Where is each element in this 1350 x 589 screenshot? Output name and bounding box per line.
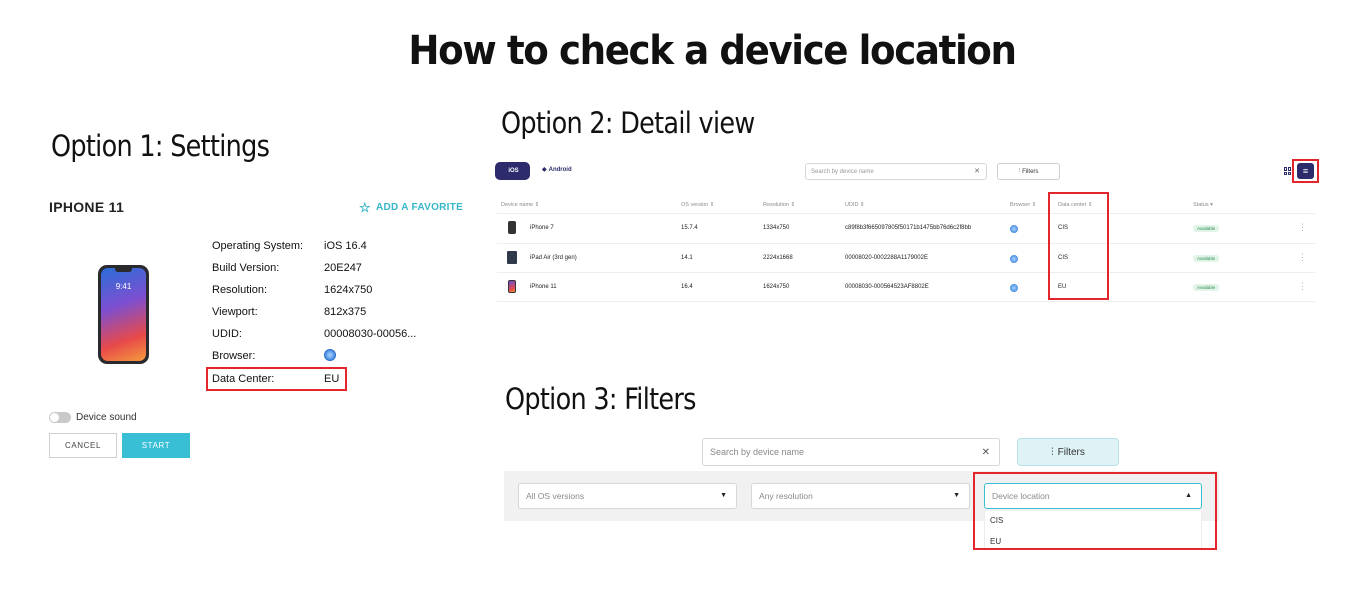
spec-label: Resolution: xyxy=(212,284,268,296)
tab-android-label: Android xyxy=(548,166,572,173)
more-icon[interactable]: ⋮ xyxy=(1298,253,1307,262)
table-cell-resolution: 2224x1668 xyxy=(763,255,793,261)
android-icon: ◆ xyxy=(542,167,547,173)
search-input[interactable]: Search by device name ✕ xyxy=(805,163,987,180)
table-cell-device[interactable]: iPad Air (3rd gen) xyxy=(530,255,577,261)
table-cell-os: 16.4 xyxy=(681,284,693,290)
grid-view-icon[interactable] xyxy=(1284,167,1292,175)
sliders-icon: ⫶ xyxy=(1051,446,1054,458)
device-thumb xyxy=(508,280,516,293)
search-input[interactable]: Search by device name ✕ xyxy=(702,438,1000,466)
filters-label: Filters xyxy=(1057,446,1085,458)
device-image: 9:41 xyxy=(98,265,149,364)
table-cell-udid: 00008030-000564523AF8802E xyxy=(845,284,929,290)
spec-value: 00008030-00056... xyxy=(324,328,417,340)
spec-value: 812x375 xyxy=(324,306,367,318)
col-udid[interactable]: UDID ⇕ xyxy=(845,202,865,208)
os-version-select[interactable]: All OS versions ▼ xyxy=(518,483,737,509)
table-cell-device[interactable]: iPhone 11 xyxy=(530,284,557,290)
tab-ios-label: iOS xyxy=(508,168,519,174)
col-browser[interactable]: Browser ⇕ xyxy=(1010,202,1036,208)
spec-label: Operating System: xyxy=(212,240,304,252)
device-sound-label: Device sound xyxy=(76,412,137,423)
table-cell-udid: 00008020-0002288A1179002E xyxy=(845,255,928,261)
filters-label: Filters xyxy=(1022,168,1039,175)
spec-value: iOS 16.4 xyxy=(324,240,367,252)
phone-time: 9:41 xyxy=(115,282,132,291)
status-badge: Available xyxy=(1193,255,1220,262)
spec-label: UDID: xyxy=(212,328,242,340)
spec-label: Browser: xyxy=(212,350,256,362)
highlight-data-center xyxy=(206,367,347,391)
more-icon[interactable]: ⋮ xyxy=(1298,223,1307,232)
table-cell-os: 15.7.4 xyxy=(681,225,698,231)
device-title: IPHONE 11 xyxy=(49,199,125,215)
safari-icon xyxy=(1010,284,1018,292)
browser-value xyxy=(324,349,336,364)
table-cell-device[interactable]: iPhone 7 xyxy=(530,225,554,231)
spec-value: 1624x750 xyxy=(324,284,373,296)
col-status[interactable]: Status ▾ xyxy=(1193,202,1213,208)
table-cell-os: 14.1 xyxy=(681,255,693,261)
highlight-data-center-column xyxy=(1048,192,1109,300)
table-cell-resolution: 1624x750 xyxy=(763,284,790,290)
add-favorite-label: ADD A FAVORITE xyxy=(375,202,464,213)
option2-heading: Option 2: Detail view xyxy=(501,106,755,140)
caret-down-icon: ▼ xyxy=(720,492,727,499)
col-resolution[interactable]: Resolution ⇕ xyxy=(763,202,795,208)
device-thumb xyxy=(508,221,516,234)
cancel-button[interactable]: CANCEL xyxy=(49,433,117,458)
start-button[interactable]: START xyxy=(122,433,190,458)
device-thumb xyxy=(507,251,517,264)
safari-icon xyxy=(1010,255,1018,263)
filters-button[interactable]: ⫶ Filters xyxy=(1017,438,1119,466)
search-placeholder: Search by device name xyxy=(710,447,805,457)
highlight-location-filter xyxy=(973,472,1217,550)
star-icon: ☆ xyxy=(359,200,371,215)
clear-icon[interactable]: ✕ xyxy=(982,447,990,458)
search-placeholder: Search by device name xyxy=(811,168,874,175)
resolution-select[interactable]: Any resolution ▼ xyxy=(751,483,970,509)
table-cell-resolution: 1334x750 xyxy=(763,225,790,231)
col-os-version[interactable]: OS version ⇕ xyxy=(681,202,714,208)
highlight-list-view xyxy=(1292,159,1319,183)
spec-label: Build Version: xyxy=(212,262,280,274)
sliders-icon: ⫶ xyxy=(1018,168,1021,174)
status-badge: Available xyxy=(1193,225,1220,232)
table-cell-udid: c89f8b3f665097805f50171b1475bb76d6c2f8bb xyxy=(845,225,972,231)
more-icon[interactable]: ⋮ xyxy=(1298,282,1307,291)
safari-icon xyxy=(324,349,336,361)
option1-heading: Option 1: Settings xyxy=(51,129,270,163)
filters-button[interactable]: ⫶ Filters xyxy=(997,163,1060,180)
option3-heading: Option 3: Filters xyxy=(505,382,696,416)
spec-label: Viewport: xyxy=(212,306,258,318)
clear-icon[interactable]: ✕ xyxy=(974,167,980,175)
safari-icon xyxy=(1010,225,1018,233)
device-sound-toggle[interactable] xyxy=(49,412,71,423)
tab-android[interactable]: ◆ Android xyxy=(542,166,572,174)
page-title: How to check a device location xyxy=(408,28,1017,74)
add-favorite-link[interactable]: ☆ ADD A FAVORITE xyxy=(359,201,463,214)
col-device-name[interactable]: Device name ⇕ xyxy=(501,202,539,208)
tab-ios[interactable]: iOS xyxy=(495,162,530,180)
status-badge: Available xyxy=(1193,284,1220,291)
caret-down-icon: ▼ xyxy=(953,492,960,499)
spec-value: 20E247 xyxy=(324,262,362,274)
